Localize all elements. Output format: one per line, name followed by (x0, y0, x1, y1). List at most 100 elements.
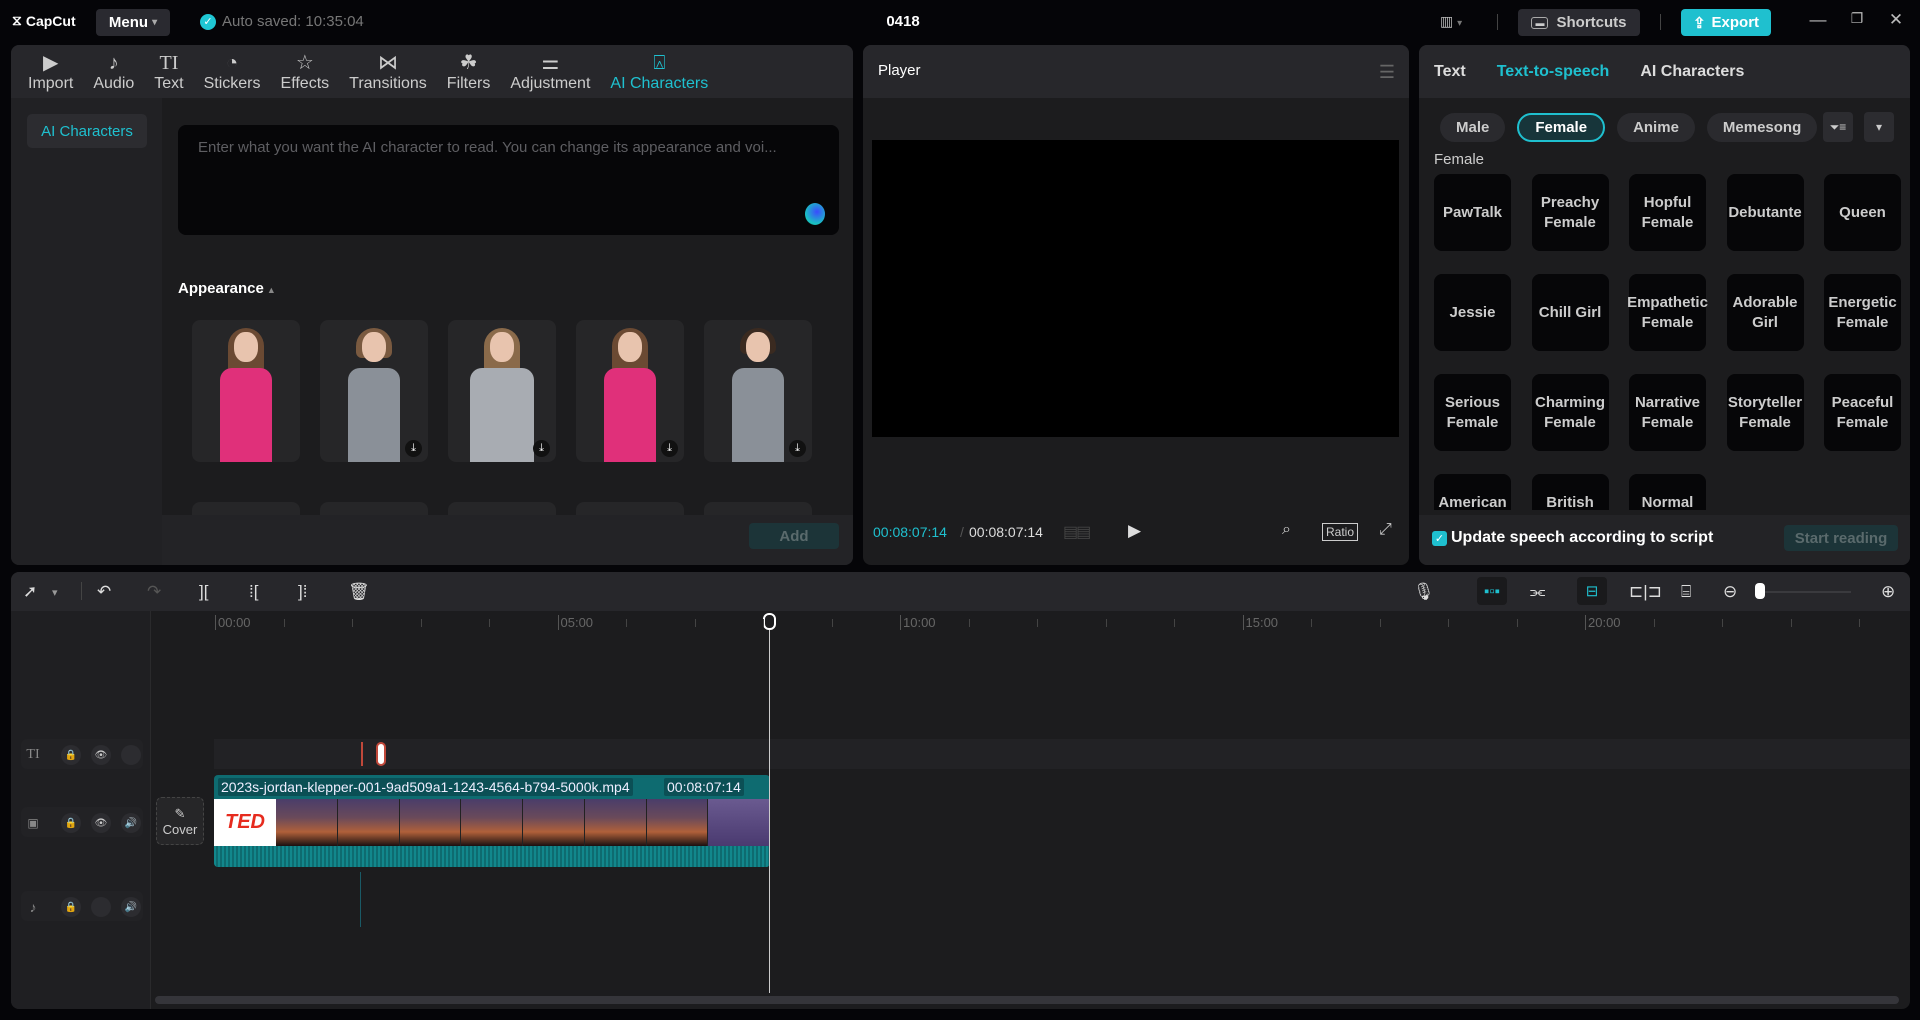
tab-import[interactable]: ▶︎ Import (18, 45, 83, 98)
auto-snap-icon[interactable]: ⫘ (1530, 582, 1545, 602)
chip-female[interactable]: Female (1517, 113, 1606, 142)
playhead-handle[interactable] (763, 613, 776, 630)
zoom-fit-icon[interactable]: ⌸ (1681, 582, 1691, 602)
mute-icon[interactable]: 🔊 (121, 897, 141, 917)
voice-card[interactable]: Peaceful Female (1824, 374, 1901, 451)
voice-card[interactable]: Narrative Female (1629, 374, 1706, 451)
redo-icon[interactable]: ↷ (147, 582, 161, 602)
main-track-magnet-icon[interactable]: ▪▫▪ (1477, 577, 1507, 605)
tab-text-to-speech[interactable]: Text-to-speech (1497, 63, 1610, 81)
shortcuts-button[interactable]: ▬ Shortcuts (1518, 9, 1640, 36)
ratio-button[interactable]: Ratio (1322, 523, 1359, 541)
avatar-card[interactable] (704, 502, 812, 516)
tab-text[interactable]: TI Text (144, 45, 193, 98)
zoom-slider-handle[interactable] (1755, 583, 1765, 599)
download-icon[interactable]: ⤓ (789, 440, 806, 457)
marker-handle[interactable] (376, 742, 386, 766)
split-right-icon[interactable]: ]⁞ (298, 582, 307, 602)
play-icon[interactable]: ▶ (1128, 521, 1141, 541)
voice-card[interactable]: Preachy Female (1531, 174, 1609, 251)
chip-anime[interactable]: Anime (1617, 113, 1695, 142)
appearance-header[interactable]: Appearance ▲ (178, 280, 276, 297)
voice-card[interactable]: Queen (1824, 174, 1901, 251)
voice-card[interactable]: Serious Female (1434, 374, 1511, 451)
voice-card[interactable]: Charming Female (1531, 374, 1609, 451)
zoom-out-icon[interactable]: ⊖ (1723, 582, 1737, 602)
voice-card[interactable]: Storyteller Female (1726, 374, 1804, 451)
hamburger-menu-icon[interactable]: ☰ (1379, 62, 1395, 83)
avatar-card[interactable] (320, 502, 428, 516)
filter-icon[interactable]: ⏷≡ (1823, 112, 1853, 142)
avatar-card[interactable] (448, 502, 556, 516)
avatar-card[interactable] (192, 502, 300, 516)
voice-card[interactable]: American Female (1434, 474, 1511, 510)
preview-axis-icon[interactable]: ⊏|⊐ (1629, 582, 1662, 602)
avatar-card[interactable]: ⤓ (320, 320, 428, 462)
avatar-card[interactable] (576, 502, 684, 516)
voice-card[interactable]: PawTalk (1434, 174, 1511, 251)
voice-card[interactable]: British Female (1531, 474, 1609, 510)
voice-card[interactable]: Energetic Female (1824, 274, 1901, 351)
undo-icon[interactable]: ↶ (97, 582, 111, 602)
avatar-card[interactable]: ⤓ (704, 320, 812, 462)
tab-stickers[interactable]: ◔ Stickers (194, 45, 271, 98)
lock-icon[interactable]: 🔒 (61, 813, 81, 833)
download-icon[interactable]: ⤓ (533, 440, 550, 457)
update-speech-checkbox[interactable]: ✓ (1432, 531, 1447, 546)
eye-icon[interactable]: 👁 (91, 745, 111, 765)
zoom-preview-icon[interactable]: ⌕ (1282, 521, 1291, 539)
horizontal-scrollbar[interactable] (155, 996, 1899, 1004)
sidebar-item-ai-characters[interactable]: AI Characters (27, 114, 147, 148)
link-clips-icon[interactable]: ⊟ (1577, 577, 1607, 605)
tab-audio[interactable]: ♪ Audio (83, 45, 144, 98)
split-left-icon[interactable]: ⁞[ (249, 582, 258, 602)
close-icon[interactable]: ✕ (1884, 10, 1908, 30)
tab-effects[interactable]: ☆ Effects (271, 45, 340, 98)
add-button[interactable]: Add (749, 523, 839, 549)
voice-card[interactable]: Jessie (1434, 274, 1511, 351)
tab-transitions[interactable]: ⋈ Transitions (339, 45, 437, 98)
avatar-card[interactable] (192, 320, 300, 462)
select-tool-icon[interactable]: ➚ (23, 582, 37, 602)
avatar-card[interactable]: ⤓ (576, 320, 684, 462)
cover-button[interactable]: ✎ Cover (156, 797, 204, 845)
tab-ai-characters-properties[interactable]: AI Characters (1640, 63, 1744, 81)
avatar-card[interactable]: ⤓ (448, 320, 556, 462)
voice-card[interactable]: Chill Girl (1531, 274, 1609, 351)
ai-orb-icon[interactable] (805, 203, 825, 225)
export-button[interactable]: ⇪ Export (1681, 9, 1771, 36)
voice-card[interactable]: Debutante (1726, 174, 1804, 251)
split-icon[interactable]: ][ (199, 582, 208, 602)
mute-icon[interactable]: 🔊 (121, 813, 141, 833)
delete-icon[interactable]: 🗑 (348, 582, 370, 602)
voice-card[interactable]: Adorable Girl (1726, 274, 1804, 351)
video-preview[interactable] (872, 140, 1399, 437)
download-icon[interactable]: ⤓ (405, 440, 422, 457)
zoom-in-icon[interactable]: ⊕ (1881, 582, 1895, 602)
chip-male[interactable]: Male (1440, 113, 1506, 142)
eye-icon[interactable]: 👁 (91, 813, 111, 833)
expand-dropdown-icon[interactable]: ▾ (1864, 112, 1894, 142)
tab-adjustment[interactable]: ⚌ Adjustment (500, 45, 600, 98)
text-track[interactable] (214, 739, 1910, 769)
voice-card[interactable]: Empathetic Female (1627, 274, 1708, 351)
zoom-slider-track[interactable] (1756, 591, 1851, 593)
tab-text-properties[interactable]: Text (1434, 63, 1466, 81)
chevron-down-icon[interactable]: ▾ (52, 586, 58, 599)
start-reading-button[interactable]: Start reading (1784, 525, 1898, 551)
microphone-icon[interactable]: 🎙 (1413, 582, 1435, 602)
lock-icon[interactable]: 🔒 (61, 897, 81, 917)
video-clip[interactable]: TED 2023s-jordan-klepper-001-9ad509a1-12… (214, 775, 770, 867)
voice-card[interactable]: Hopful Female (1629, 174, 1706, 251)
script-input[interactable] (178, 125, 839, 169)
tab-filters[interactable]: ☘ Filters (437, 45, 501, 98)
minimize-icon[interactable]: — (1806, 10, 1830, 30)
lock-icon[interactable]: 🔒 (61, 745, 81, 765)
restore-icon[interactable]: ❐ (1845, 10, 1869, 27)
layout-icon[interactable]: ▥ ▾ (1440, 13, 1462, 30)
voice-card[interactable]: Normal Female (1629, 474, 1706, 510)
fullscreen-icon[interactable]: ⤢ (1379, 521, 1392, 539)
download-icon[interactable]: ⤓ (661, 440, 678, 457)
tab-ai-characters[interactable]: ⍓ AI Characters (600, 45, 718, 98)
chip-memesong[interactable]: Memesong (1706, 113, 1818, 142)
